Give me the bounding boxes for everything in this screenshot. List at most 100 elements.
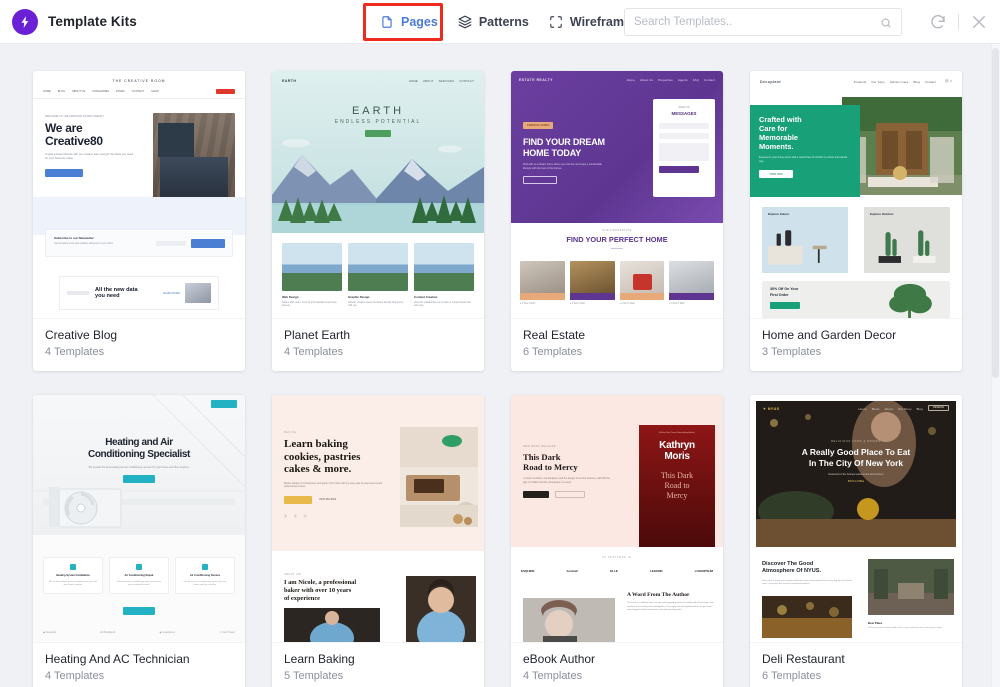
preview-cta <box>284 495 312 504</box>
scrollbar-thumb[interactable] <box>992 48 999 378</box>
tab-patterns[interactable]: Patterns <box>448 9 539 35</box>
preview-author-text: The novel is a brilliant story, an epic … <box>627 602 714 611</box>
template-card-count: 5 Templates <box>284 670 344 682</box>
template-card[interactable]: Decoplant Products Our Story Garden Care… <box>750 71 962 371</box>
preview-section-title: FIND YOUR PERFECT HOME <box>566 235 668 244</box>
preview-body: A novel of a father, two daughters and t… <box>523 477 610 484</box>
preview-logo: LEGEND <box>650 569 663 573</box>
preview-nav-link: About <box>884 407 893 411</box>
preview-eyebrow: DELICIOUS FOOD & DRINKS <box>831 441 881 443</box>
preview-nav-link: Blog <box>913 80 920 84</box>
template-grid-area: THE CREATIVE ROOM HOME BLOG ABOUT US CAT… <box>0 44 1000 687</box>
preview-logo: bookish <box>566 569 579 573</box>
preview-body: Experience your home decor with a natura… <box>759 156 848 163</box>
preview-bottom-cta <box>123 607 155 615</box>
template-card-title: Creative Blog <box>45 328 118 342</box>
template-card[interactable]: ESTATE REALTY Home About Us Properties A… <box>511 71 723 371</box>
template-card-meta: Heating And AC Technician 4 Templates <box>33 643 245 687</box>
template-thumbnail: BakingNicole Home About Us Recipes Blog … <box>272 395 484 643</box>
preview-cover-eyebrow: A New York Times Bestselling Author <box>659 432 695 434</box>
template-card[interactable]: Sandra Jonels Home Books Bio Contact ☰ N… <box>511 395 723 687</box>
preview-eyebrow: WELCOME TO THE CREATIVE STUDIO AGENCY <box>45 115 105 118</box>
tab-pages[interactable]: Pages <box>370 9 448 35</box>
preview-brand: THE CREATIVE ROOM <box>112 79 166 83</box>
preview-card-title: Graphic Design <box>348 295 370 299</box>
preview-nav-cta <box>211 400 237 408</box>
template-card[interactable]: AIR TECHNICIAN HOME ABOUT SERVICES CONTA… <box>33 395 245 687</box>
preview-nav-link: BLOG <box>57 90 65 93</box>
template-thumbnail: ESTATE REALTY Home About Us Properties A… <box>511 71 723 319</box>
preview-about-heading: baker with over 10 years <box>284 587 352 594</box>
preview-brand: ESTATE REALTY <box>519 78 553 82</box>
preview-about-image-left <box>284 608 380 642</box>
close-icon[interactable] <box>970 13 988 31</box>
search-input[interactable] <box>634 16 880 28</box>
template-grid: THE CREATIVE ROOM HOME BLOG ABOUT US CAT… <box>33 71 970 687</box>
template-card[interactable]: BakingNicole Home About Us Recipes Blog … <box>272 395 484 687</box>
template-card[interactable]: THE CREATIVE ROOM HOME BLOG ABOUT US CAT… <box>33 71 245 371</box>
preview-heading: EARTH <box>351 105 405 117</box>
preview-heading: FIND YOUR DREAM <box>523 137 605 147</box>
preview-brand: EARTH <box>282 79 297 83</box>
preview-form-eyebrow: SEND US <box>678 106 690 109</box>
layers-icon <box>458 15 472 29</box>
search-box[interactable] <box>624 8 902 36</box>
preview-card-text: Natural, creative ideas and brand identi… <box>348 301 404 308</box>
preview-heading: cookies, pastries <box>284 450 361 463</box>
app-title: Template Kits <box>48 14 137 29</box>
preview-nav-link: ABOUT <box>422 79 434 83</box>
preview-hero-image <box>153 113 235 209</box>
preview-nav-link: Contact <box>703 78 715 82</box>
lightning-bolt-icon <box>12 8 38 35</box>
preview-nav-link: Our Story <box>897 407 912 411</box>
brand: Template Kits <box>12 8 137 35</box>
preview-heading: This Dark <box>523 452 561 462</box>
template-card-title: Real Estate <box>523 328 586 342</box>
preview-nav-cta <box>216 89 235 94</box>
preview-section-image-left <box>762 596 852 638</box>
preview-nav-link: About Us <box>639 78 654 82</box>
preview-card-text: Nature with clean, fresh UI and beautifu… <box>282 301 337 308</box>
refresh-icon[interactable] <box>929 13 947 31</box>
template-card-title: Home and Garden Decor <box>762 328 897 342</box>
preview-nav-link: HOME <box>408 79 418 83</box>
preview-nav-link: ABOUT US <box>72 90 86 93</box>
template-card[interactable]: EARTH HOME ABOUT SERVICES CONTACT EARTH … <box>272 71 484 371</box>
template-thumbnail: Decoplant Products Our Story Garden Care… <box>750 71 962 319</box>
preview-badge: PREMIUM HOMES <box>523 122 554 129</box>
preview-cta <box>523 491 549 498</box>
preview-hero-image <box>842 97 962 195</box>
tab-patterns-label: Patterns <box>478 15 529 29</box>
preview-book-cover: A New York Times Bestselling Author Kath… <box>639 425 715 547</box>
preview-heading: Road to Mercy <box>523 462 578 472</box>
preview-cover-title: This Dark <box>660 471 694 480</box>
preview-cta-secondary <box>555 491 585 498</box>
template-card-meta: Creative Blog 4 Templates <box>33 319 245 371</box>
preview-nav-link: CATEGORIES <box>92 90 110 93</box>
preview-body: Create a better lifestyle with our creat… <box>45 153 133 161</box>
preview-nav-link: Contact <box>924 80 936 84</box>
preview-form-title: MESSAGES <box>671 111 697 116</box>
preview-heading: Crafted with <box>759 115 802 124</box>
preview-cta: BOOK A TABLE <box>847 481 865 483</box>
preview-section-heading: Atmosphere Of NYUS. <box>762 568 822 574</box>
template-card[interactable]: ✦ NYUS Home Menu About Our Story Blog RE… <box>750 395 962 687</box>
template-card-meta: Home and Garden Decor 3 Templates <box>750 319 962 371</box>
template-card-count: 6 Templates <box>523 346 583 358</box>
preview-about-image-right <box>406 576 476 642</box>
preview-newsletter-button <box>191 239 225 248</box>
preview-nav-link: Products <box>853 80 867 84</box>
header-tabs: Pages Patterns Wireframes <box>370 0 648 44</box>
template-card-count: 3 Templates <box>762 346 822 358</box>
preview-heading: Care for <box>759 124 788 133</box>
template-card-count: 4 Templates <box>284 346 344 358</box>
template-thumbnail: AIR TECHNICIAN HOME ABOUT SERVICES CONTA… <box>33 395 245 643</box>
preview-heading: In The City Of New York <box>808 458 904 468</box>
preview-sub-title: Best Place <box>868 621 883 625</box>
preview-nav-link: Agents <box>677 78 688 82</box>
preview-hero-image <box>400 427 478 527</box>
preview-cta <box>523 176 557 185</box>
frame-icon <box>549 15 563 29</box>
preview-eyebrow: BAKING <box>284 431 297 434</box>
preview-nav-link: Blog <box>916 407 923 411</box>
